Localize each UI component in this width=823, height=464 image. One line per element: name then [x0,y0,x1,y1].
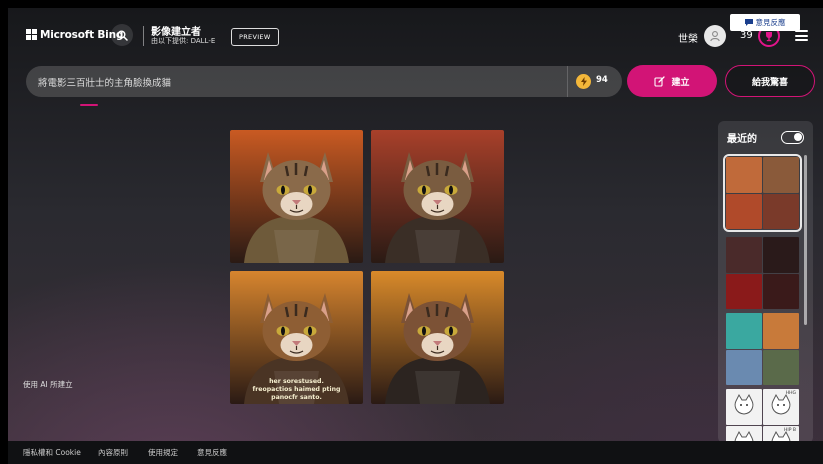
recent-thumbnail[interactable] [763,237,799,273]
recent-thumbnail[interactable] [763,193,799,229]
create-button[interactable]: 建立 [627,65,717,97]
recent-set-4[interactable]: HHG HIP B [726,389,799,443]
rewards-count[interactable]: 39 [740,30,753,41]
active-tab-indicator [80,104,98,106]
create-icon [654,75,666,87]
prompt-divider [567,66,568,97]
search-button[interactable] [111,24,133,46]
recent-thumbnail[interactable] [726,389,762,425]
surprise-me-button[interactable]: 給我驚喜 [725,65,815,97]
recent-label: 最近的 [727,134,757,145]
recent-thumbnail[interactable] [726,193,762,229]
recent-sidebar: 最近的 HHG HIP B [718,121,813,443]
recent-thumbnail[interactable] [726,273,762,309]
image-caption-line: panocfr santo. [271,394,322,401]
user-icon [710,31,720,42]
recent-thumbnail[interactable] [726,313,762,349]
recent-set-2[interactable] [726,237,799,309]
recent-thumbnail[interactable] [763,313,799,349]
prompt-input[interactable] [38,66,558,97]
sidebar-scrollbar[interactable] [804,155,807,325]
search-icon [117,30,128,41]
recent-thumbnail[interactable] [726,349,762,385]
generated-image-3[interactable]: her sorestused. freopactios haimed pting p… [230,271,363,404]
image-caption-line: freopactios haimed pting [253,386,341,393]
bing-image-creator-window: Microsoft Bing 影像建立者 由以下提供: DALL-E PREVI… [8,8,823,464]
footer-link-content-policy[interactable]: 內容原則 [98,447,128,458]
recent-set-3[interactable] [726,313,799,385]
footer-link-privacy[interactable]: 隱私權和 Cookie [23,447,81,458]
recent-toggle[interactable] [781,131,804,144]
generated-image-4[interactable] [371,271,504,404]
header-divider [143,26,144,46]
boost-count: 94 [596,75,608,85]
footer-link-feedback[interactable]: 意見反應 [197,447,227,458]
feedback-button[interactable]: 意見反應 [730,14,800,31]
sticker-label: HIP B [784,427,796,433]
recent-thumbnail[interactable] [763,157,799,193]
image-caption-line: her sorestused. [269,378,324,385]
recent-thumbnail[interactable] [726,237,762,273]
generated-image-2[interactable] [371,130,504,263]
preview-badge: PREVIEW [231,28,279,46]
footer: 隱私權和 Cookie 內容原則 使用規定 意見反應 [8,441,823,464]
hamburger-menu-icon[interactable] [795,30,808,41]
recent-thumbnail[interactable] [726,157,762,193]
recent-thumbnail[interactable] [763,273,799,309]
provider-subtitle: 由以下提供: DALL-E [151,37,216,45]
avatar[interactable] [704,25,726,47]
sticker-label: HHG [785,391,796,396]
boost-coin-icon [576,74,591,89]
feedback-button-label: 意見反應 [755,18,786,27]
footer-link-terms[interactable]: 使用規定 [148,447,178,458]
recent-set-1[interactable] [723,154,802,232]
generated-image-1[interactable] [230,130,363,263]
user-name[interactable]: 世榮 [678,30,698,45]
prompt-bar: 94 [26,66,622,97]
feedback-icon [744,19,753,26]
recent-thumbnail[interactable] [763,349,799,385]
cat-sticker-icon [734,393,754,415]
ai-created-note: 使用 AI 所建立 [23,380,73,389]
create-button-label: 建立 [671,76,690,87]
microsoft-logo-icon[interactable] [26,29,37,40]
recent-thumbnail[interactable]: HHG [763,389,799,425]
